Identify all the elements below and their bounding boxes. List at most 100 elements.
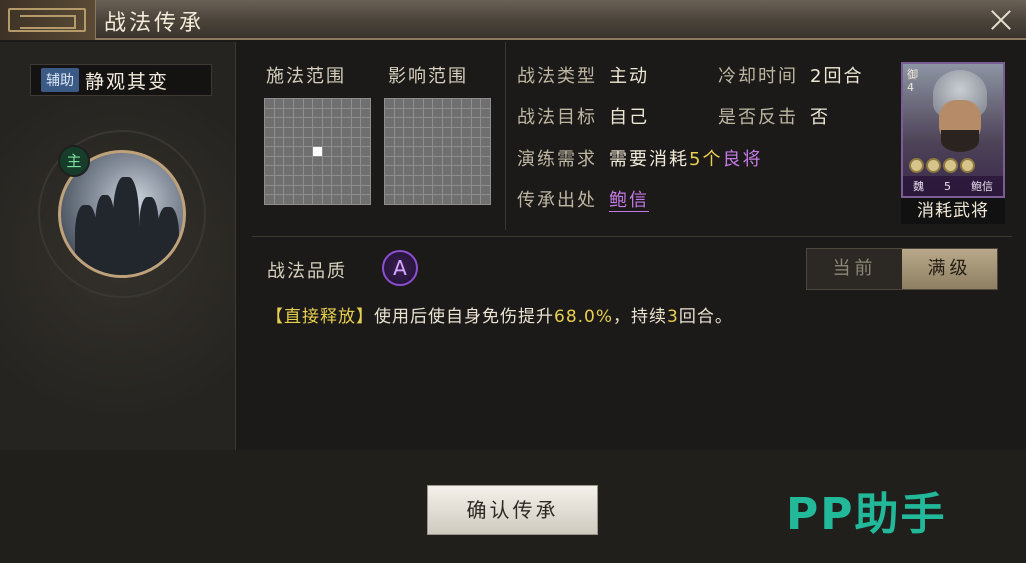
grid-cell [322, 185, 332, 195]
grid-cell [265, 176, 274, 185]
description-rounds: 3 [667, 307, 679, 327]
grid-cell [322, 118, 332, 127]
grid-cell [351, 166, 361, 176]
grid-cell [332, 99, 342, 108]
grid-cell [274, 147, 284, 156]
grid-cell [293, 176, 303, 185]
grid-cell [284, 118, 293, 127]
grid-cell [351, 195, 361, 204]
grid-cell [361, 176, 370, 185]
grid-cell [265, 127, 274, 137]
grid-cell [274, 156, 284, 166]
grid-cell [274, 118, 284, 127]
info-cooldown: 冷却时间 2回合 [718, 62, 863, 88]
grid-cell [462, 108, 471, 118]
grid-cell [413, 99, 423, 108]
source-link[interactable]: 鲍信 [609, 190, 649, 212]
window-title: 战法传承 [104, 11, 205, 36]
grid-cell [265, 99, 274, 108]
grid-cell [423, 147, 433, 156]
grid-cell [433, 156, 442, 166]
training-count: 5个 [689, 149, 723, 170]
grid-cell [265, 156, 274, 166]
grid-cell [274, 166, 284, 176]
grid-cell [423, 99, 433, 108]
grid-cell [404, 118, 413, 127]
grid-cell [413, 127, 423, 137]
grid-cell [452, 195, 462, 204]
toggle-max[interactable]: 满级 [902, 249, 997, 289]
grid-cell [361, 118, 370, 127]
grid-cell [351, 137, 361, 147]
grid-cell [452, 108, 462, 118]
card-cost: 5 [944, 179, 951, 193]
grid-cell [471, 156, 481, 166]
grid-cell [481, 195, 490, 204]
training-prefix: 需要消耗 [609, 149, 689, 170]
grid-cell [351, 185, 361, 195]
grid-cell [351, 118, 361, 127]
grid-cell [332, 147, 342, 156]
grid-cell [471, 137, 481, 147]
grid-cell [293, 118, 303, 127]
level-toggle: 当前 满级 [806, 248, 998, 290]
title-bar: 战法传承 [0, 0, 1026, 40]
effect-range-label: 影响范围 [388, 66, 468, 87]
grid-cell [394, 195, 404, 204]
general-card[interactable]: 御4 魏 5 鲍信 [901, 62, 1005, 198]
grid-cell [481, 108, 490, 118]
grid-cell [342, 195, 351, 204]
grid-cell [404, 166, 413, 176]
grid-cell [452, 127, 462, 137]
grid-cell [452, 176, 462, 185]
grid-cell [284, 127, 293, 137]
grid-cell [394, 108, 404, 118]
effect-range-grid [384, 98, 491, 205]
grid-cell [442, 108, 452, 118]
training-grade: 良将 [722, 149, 763, 170]
grid-cell [481, 127, 490, 137]
info-type: 战法类型 主动 [517, 62, 649, 88]
grid-cell [433, 99, 442, 108]
grid-cell [452, 156, 462, 166]
grid-cell [313, 176, 322, 185]
grid-cell [303, 195, 313, 204]
grid-cell [361, 108, 370, 118]
title-ornament-icon [0, 0, 96, 40]
star-coin-icon [943, 158, 958, 173]
grid-cell [342, 147, 351, 156]
counter-value: 否 [810, 107, 830, 128]
grid-cell [303, 176, 313, 185]
source-key: 传承出处 [517, 190, 597, 211]
grid-cell [332, 166, 342, 176]
grid-cell [293, 185, 303, 195]
watermark: PP助手 [786, 489, 947, 540]
confirm-inherit-button[interactable]: 确认传承 [427, 485, 598, 535]
grid-cell [452, 99, 462, 108]
grid-cell [462, 185, 471, 195]
grid-cell [342, 118, 351, 127]
grid-cell [313, 127, 322, 137]
type-key: 战法类型 [517, 66, 597, 87]
grid-cell [423, 127, 433, 137]
grid-cell [462, 166, 471, 176]
grid-cell [342, 108, 351, 118]
toggle-current[interactable]: 当前 [807, 249, 902, 289]
grid-cell [342, 127, 351, 137]
grid-cell [332, 195, 342, 204]
grid-cell [442, 166, 452, 176]
grid-cell [284, 195, 293, 204]
info-target: 战法目标 自己 [517, 103, 649, 129]
grid-cell [361, 99, 370, 108]
grid-cell [452, 147, 462, 156]
grid-cell [361, 147, 370, 156]
grid-cell [351, 99, 361, 108]
card-side: 御4 [907, 68, 923, 94]
grid-cell [351, 176, 361, 185]
cooldown-key: 冷却时间 [718, 66, 798, 87]
close-icon[interactable] [986, 5, 1016, 35]
grid-cell [481, 176, 490, 185]
grid-cell [385, 118, 394, 127]
description-tag: 【直接释放】 [266, 307, 374, 327]
grid-cell [342, 166, 351, 176]
